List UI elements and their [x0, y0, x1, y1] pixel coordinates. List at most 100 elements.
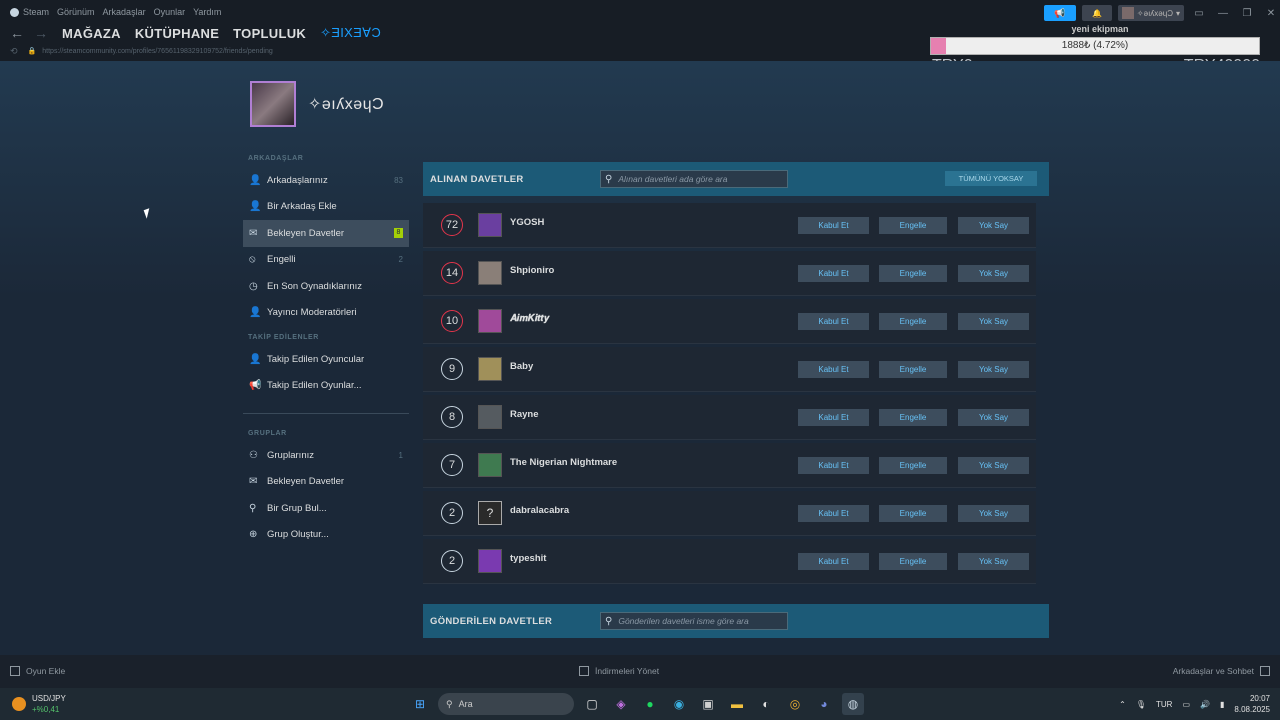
invite-name[interactable]: Baby	[510, 361, 533, 372]
tab-library[interactable]: KÜTÜPHANE	[135, 26, 219, 41]
steam-taskbar-icon[interactable]: ◍	[842, 693, 864, 715]
invite-name[interactable]: 𝑨𝒊𝒎𝑲𝒊𝒕𝒕𝒚	[510, 313, 550, 324]
accept-button[interactable]: Kabul Et	[798, 265, 869, 282]
battery-icon[interactable]: ▮	[1220, 700, 1224, 709]
block-button[interactable]: Engelle	[879, 409, 947, 426]
edge-icon[interactable]: ◉	[668, 693, 690, 715]
avatar[interactable]	[478, 357, 502, 381]
sidebar-item-find-group[interactable]: ⚲ Bir Grup Bul...	[243, 495, 409, 522]
ignore-all-button[interactable]: TÜMÜNÜ YOKSAY	[945, 171, 1037, 186]
reload-icon[interactable]: ⟲	[10, 46, 18, 57]
folder-icon[interactable]: ▬	[726, 693, 748, 715]
chevron-up-icon[interactable]: ⌃	[1119, 700, 1126, 709]
accept-button[interactable]: Kabul Et	[798, 553, 869, 570]
url-text[interactable]: https://steamcommunity.com/profiles/7656…	[42, 48, 273, 55]
broadcast-button[interactable]: 📢	[1043, 5, 1076, 21]
avatar[interactable]: ?	[478, 501, 502, 525]
ignore-button[interactable]: Yok Say	[958, 505, 1029, 522]
ignore-button[interactable]: Yok Say	[958, 361, 1029, 378]
accept-button[interactable]: Kabul Et	[798, 505, 869, 522]
taskbar-search-input[interactable]: ⚲ Ara	[438, 693, 574, 715]
sidebar-item-friends[interactable]: 👤 Arkadaşlarınız 83	[243, 167, 409, 194]
block-button[interactable]: Engelle	[879, 265, 947, 282]
block-button[interactable]: Engelle	[879, 553, 947, 570]
forward-arrow-icon[interactable]: →	[34, 25, 48, 41]
maximize-icon[interactable]: ❐	[1238, 8, 1256, 19]
avatar[interactable]	[478, 309, 502, 333]
ignore-button[interactable]: Yok Say	[958, 313, 1029, 330]
sidebar-item-followed-games[interactable]: 📢 Takip Edilen Oyunlar...	[243, 373, 409, 400]
avatar[interactable]	[478, 405, 502, 429]
avatar[interactable]	[478, 261, 502, 285]
add-game-button[interactable]: Oyun Ekle	[10, 666, 65, 676]
tab-community[interactable]: TOPLULUK	[233, 26, 306, 41]
network-icon[interactable]: ▭	[1182, 700, 1190, 709]
ignore-button[interactable]: Yok Say	[958, 457, 1029, 474]
block-button[interactable]: Engelle	[879, 217, 947, 234]
ignore-button[interactable]: Yok Say	[958, 553, 1029, 570]
ignore-button[interactable]: Yok Say	[958, 217, 1029, 234]
block-button[interactable]: Engelle	[879, 361, 947, 378]
sidebar-item-blocked[interactable]: ⦸ Engelli 2	[243, 247, 409, 274]
accept-button[interactable]: Kabul Et	[798, 217, 869, 234]
tab-profile[interactable]: ✧ƎIXƎⱯƆ	[320, 25, 381, 41]
windows-start-icon[interactable]: ⊞	[409, 693, 431, 715]
sidebar-item-recent[interactable]: ◷ En Son Oynadıklarınız	[243, 273, 409, 300]
invite-name[interactable]: The Nigerian Nightmare	[510, 457, 617, 468]
invite-name[interactable]: Rayne	[510, 409, 539, 420]
currency-widget[interactable]: USD/JPY +%0,41	[12, 693, 66, 715]
sidebar-item-groups[interactable]: ⚇ Gruplarınız 1	[243, 442, 409, 469]
sidebar-item-group-pending[interactable]: ✉ Bekleyen Davetler	[243, 469, 409, 496]
menu-help[interactable]: Yardım	[193, 7, 221, 17]
copilot-icon[interactable]: ◈	[610, 693, 632, 715]
avatar[interactable]	[478, 213, 502, 237]
sent-search-input[interactable]: ⚲ Gönderilen davetleri isme göre ara	[600, 612, 788, 630]
accept-button[interactable]: Kabul Et	[798, 409, 869, 426]
menu-view[interactable]: Görünüm	[57, 7, 95, 17]
sidebar-item-add-friend[interactable]: 👤 Bir Arkadaş Ekle	[243, 194, 409, 221]
spotify-icon[interactable]: ●	[639, 693, 661, 715]
invite-name[interactable]: Shpioniro	[510, 265, 554, 276]
volume-icon[interactable]: 🔊	[1200, 700, 1210, 709]
accept-button[interactable]: Kabul Et	[798, 361, 869, 378]
downloads-button[interactable]: İndirmeleri Yönet	[579, 666, 659, 676]
sidebar-item-create-group[interactable]: ⊕ Grup Oluştur...	[243, 522, 409, 549]
back-arrow-icon[interactable]: ←	[10, 25, 24, 41]
invite-name[interactable]: typeshit	[510, 553, 546, 564]
sidebar-item-followed-players[interactable]: 👤 Takip Edilen Oyuncular	[243, 346, 409, 373]
accept-button[interactable]: Kabul Et	[798, 313, 869, 330]
task-view-icon[interactable]: ▢	[581, 693, 603, 715]
account-menu[interactable]: ✧ǝıʎxǝɥƆ ▾	[1117, 5, 1184, 21]
menu-games[interactable]: Oyunlar	[154, 7, 186, 17]
block-button[interactable]: Engelle	[879, 313, 947, 330]
avatar[interactable]	[478, 549, 502, 573]
ignore-button[interactable]: Yok Say	[958, 409, 1029, 426]
tab-store[interactable]: MAĞAZA	[62, 26, 121, 41]
block-button[interactable]: Engelle	[879, 505, 947, 522]
discord-icon[interactable]: ◕	[813, 693, 835, 715]
chrome-icon[interactable]: ◎	[784, 693, 806, 715]
sidebar-item-moderators[interactable]: 👤 Yayıncı Moderatörleri	[243, 300, 409, 327]
invite-name[interactable]: YGOSH	[510, 217, 544, 228]
close-icon[interactable]: ✕	[1262, 8, 1280, 19]
big-picture-icon[interactable]: ▭	[1190, 8, 1208, 19]
invite-name[interactable]: dabralacabra	[510, 505, 569, 516]
received-search-input[interactable]: ⚲ Alınan davetleri ada göre ara	[600, 170, 788, 188]
store-icon[interactable]: ▣	[697, 693, 719, 715]
microphone-icon[interactable]: 🎙	[1136, 700, 1146, 709]
friends-chat-button[interactable]: Arkadaşlar ve Sohbet	[1173, 666, 1270, 676]
profile-avatar[interactable]	[250, 81, 296, 127]
avatar[interactable]	[478, 453, 502, 477]
clock[interactable]: 20:07 8.08.2025	[1234, 693, 1270, 715]
sidebar-item-pending[interactable]: ✉ Bekleyen Davetler 8	[243, 220, 409, 247]
menu-friends[interactable]: Arkadaşlar	[103, 7, 146, 17]
ignore-button[interactable]: Yok Say	[958, 265, 1029, 282]
block-button[interactable]: Engelle	[879, 457, 947, 474]
language-indicator[interactable]: TUR	[1156, 700, 1172, 709]
github-icon[interactable]: ◐	[755, 693, 777, 715]
steam-menu[interactable]: Steam	[10, 7, 49, 17]
notifications-button[interactable]: 🔔	[1081, 5, 1112, 21]
profile-name[interactable]: ✧ǝıʎxǝɥƆ	[308, 94, 384, 114]
minimize-icon[interactable]: —	[1214, 8, 1232, 19]
accept-button[interactable]: Kabul Et	[798, 457, 869, 474]
